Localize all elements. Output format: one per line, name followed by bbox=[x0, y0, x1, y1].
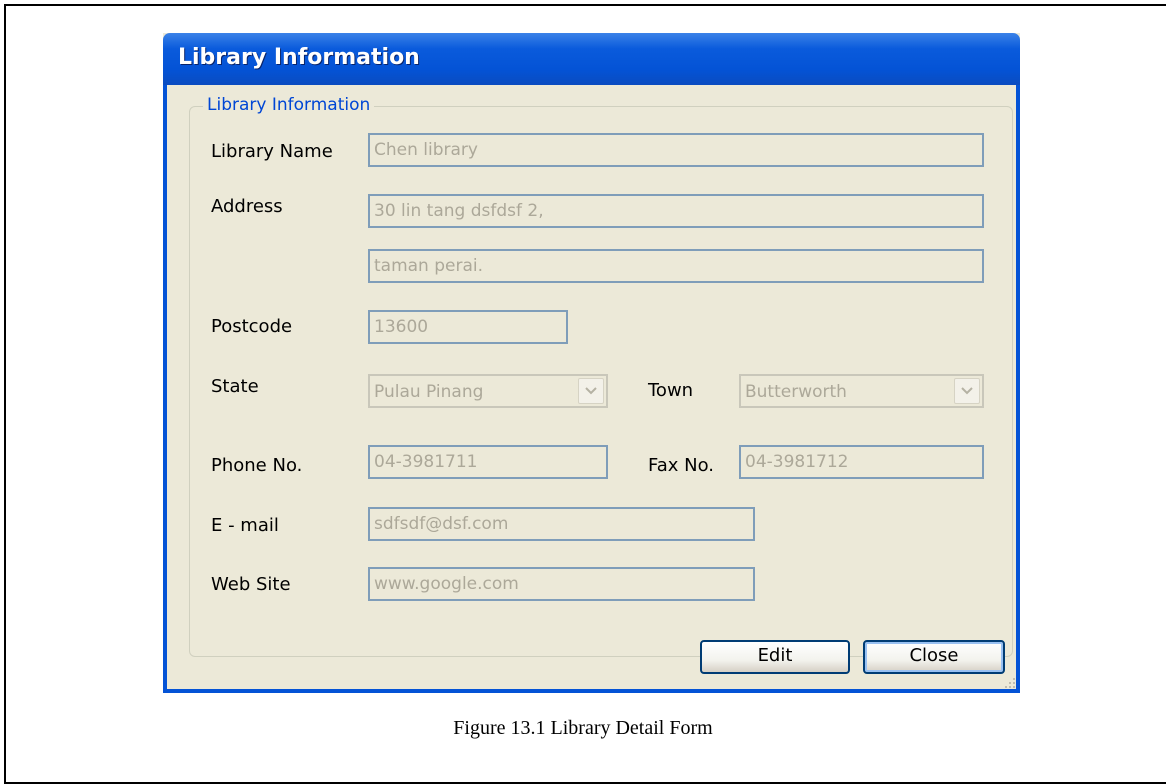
fax-field[interactable]: 04-3981712 bbox=[739, 445, 984, 479]
window-border-left bbox=[163, 85, 167, 693]
email-label: E - mail bbox=[211, 515, 279, 536]
email-field[interactable]: sdfsdf@dsf.com bbox=[368, 507, 755, 541]
town-label: Town bbox=[648, 380, 694, 401]
window-border-right bbox=[1016, 85, 1020, 693]
phone-label: Phone No. bbox=[211, 455, 303, 476]
resize-grip-icon[interactable] bbox=[1002, 675, 1016, 689]
website-label: Web Site bbox=[211, 574, 291, 595]
chevron-down-icon[interactable] bbox=[578, 378, 604, 404]
phone-field[interactable]: 04-3981711 bbox=[368, 445, 608, 479]
fax-label: Fax No. bbox=[648, 455, 714, 476]
title-bar[interactable]: Library Information bbox=[163, 33, 1020, 85]
edit-button[interactable]: Edit bbox=[700, 640, 850, 674]
address-line2-field[interactable]: taman perai. bbox=[368, 249, 984, 283]
town-select[interactable]: Butterworth bbox=[739, 374, 984, 408]
library-name-label: Library Name bbox=[211, 141, 333, 162]
town-select-value: Butterworth bbox=[745, 382, 847, 402]
window-title: Library Information bbox=[178, 45, 420, 70]
address-label: Address bbox=[211, 196, 283, 217]
postcode-field[interactable]: 13600 bbox=[368, 310, 568, 344]
chevron-down-icon[interactable] bbox=[954, 378, 980, 404]
address-line1-field[interactable]: 30 lin tang dsfdsf 2, bbox=[368, 194, 984, 228]
state-select-value: Pulau Pinang bbox=[374, 382, 484, 402]
website-field[interactable]: www.google.com bbox=[368, 567, 755, 601]
state-label: State bbox=[211, 376, 259, 397]
groupbox-legend: Library Information bbox=[203, 95, 375, 115]
close-button[interactable]: Close bbox=[863, 640, 1005, 674]
library-name-field[interactable]: Chen library bbox=[368, 133, 984, 167]
window-border-bottom bbox=[163, 689, 1020, 693]
library-information-window: Library Information Library Information … bbox=[163, 33, 1020, 693]
postcode-label: Postcode bbox=[211, 316, 293, 337]
figure-caption: Figure 13.1 Library Detail Form bbox=[453, 717, 713, 739]
state-select[interactable]: Pulau Pinang bbox=[368, 374, 608, 408]
